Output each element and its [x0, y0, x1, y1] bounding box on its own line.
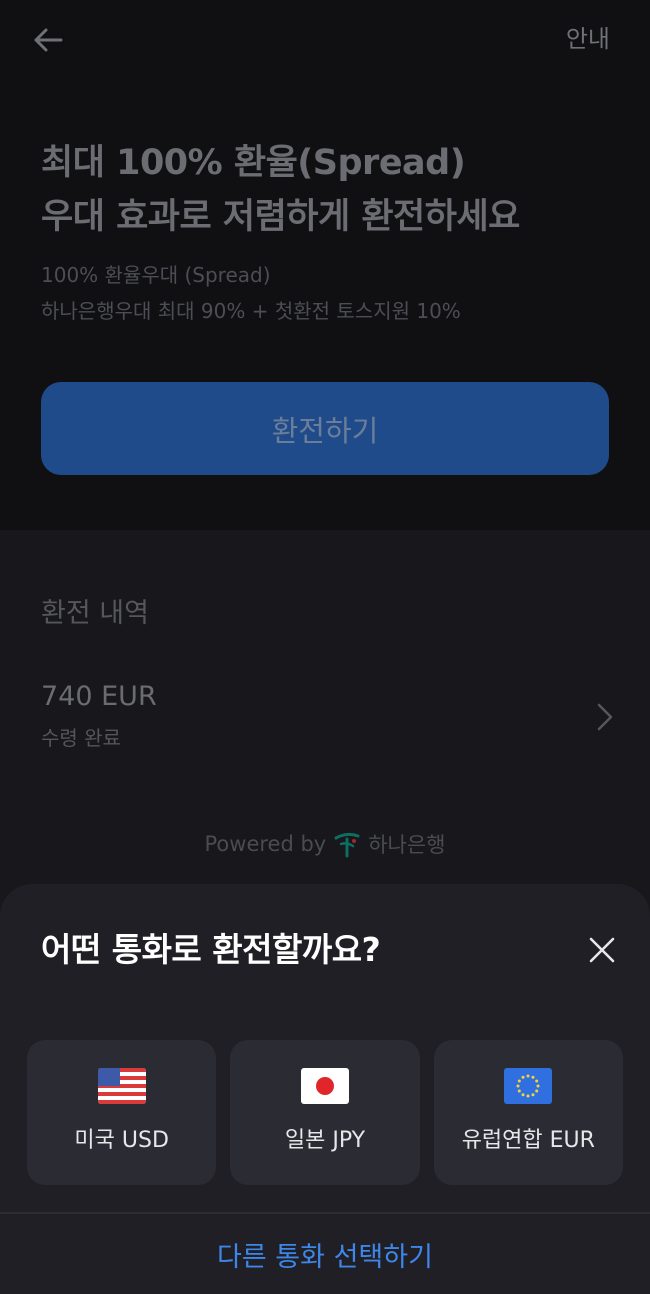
jp-flag-icon: [300, 1068, 349, 1104]
currency-bottom-sheet: 어떤 통화로 환전할까요? 미국 USD 일본 JPY 유럽연합 EUR 다른 …: [0, 884, 650, 1294]
exchange-page: 안내 최대 100% 환율(Spread) 우대 효과로 저렴하게 환전하세요 …: [0, 0, 650, 1294]
currency-usd-label: 미국 USD: [74, 1128, 169, 1153]
us-flag-icon: [97, 1068, 146, 1104]
currency-eur-button[interactable]: 유럽연합 EUR: [433, 1040, 623, 1185]
sheet-title: 어떤 통화로 환전할까요?: [41, 930, 381, 969]
bank-name: 하나은행: [368, 833, 446, 857]
close-icon: [589, 937, 615, 963]
promo-section: 안내 최대 100% 환율(Spread) 우대 효과로 저렴하게 환전하세요 …: [0, 0, 650, 530]
history-item[interactable]: 740 EUR 수령 완료: [0, 672, 650, 764]
history-title: 환전 내역: [41, 598, 149, 629]
arrow-left-icon: [34, 28, 63, 52]
currency-jpy-label: 일본 JPY: [284, 1128, 366, 1153]
divider: [0, 1212, 650, 1214]
promo-subtitle-1: 100% 환율우대 (Spread): [41, 263, 271, 287]
info-link[interactable]: 안내: [566, 24, 610, 54]
close-button[interactable]: [582, 930, 622, 970]
currency-options: 미국 USD 일본 JPY 유럽연합 EUR: [27, 1040, 623, 1185]
hana-bank-logo-icon: [334, 832, 360, 858]
headline-line-2: 우대 효과로 저렴하게 환전하세요: [41, 197, 520, 237]
promo-subtitle-2: 하나은행우대 최대 90% + 첫환전 토스지원 10%: [41, 299, 461, 323]
back-button[interactable]: [24, 20, 72, 60]
headline-line-1: 최대 100% 환율(Spread): [41, 143, 466, 183]
currency-usd-button[interactable]: 미국 USD: [27, 1040, 217, 1185]
page-title: 최대 100% 환율(Spread) 우대 효과로 저렴하게 환전하세요: [41, 136, 621, 244]
other-currency-button[interactable]: 다른 통화 선택하기: [0, 1240, 650, 1276]
powered-by: Powered by 하나은행: [0, 826, 650, 862]
history-amount: 740 EUR: [41, 681, 157, 712]
exchange-button[interactable]: 환전하기: [41, 382, 609, 475]
currency-jpy-button[interactable]: 일본 JPY: [230, 1040, 420, 1185]
history-status: 수령 완료: [41, 726, 121, 750]
chevron-right-icon: [597, 703, 613, 731]
powered-by-text: Powered by: [204, 832, 327, 856]
eu-flag-icon: [504, 1068, 553, 1104]
currency-eur-label: 유럽연합 EUR: [461, 1128, 595, 1153]
